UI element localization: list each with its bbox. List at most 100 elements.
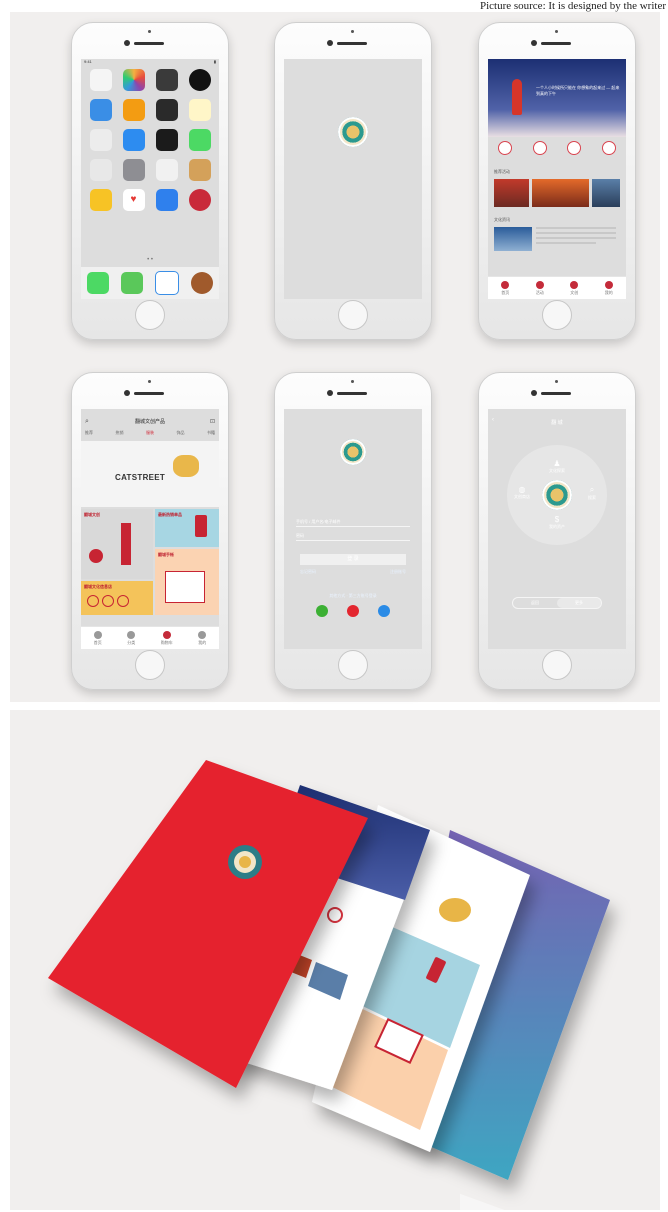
forgot-password-link[interactable]: 忘记密码 — [300, 569, 316, 575]
earpiece — [337, 42, 367, 45]
menu-item-explore[interactable]: ♟ 文化探索 — [544, 459, 570, 474]
passbook-app-icon[interactable] — [155, 159, 178, 181]
app-store-icon[interactable] — [122, 129, 145, 151]
news-screen: 一个人小时候所只能在 你想象的起来过 — 起来到真的下午 推荐活动 文化资讯 首… — [488, 59, 626, 299]
tab-books[interactable]: 书籍 — [207, 430, 215, 436]
phone-login-screen: 手机号 / 用户名/电子邮件 密码 登 录 忘记密码 注册账号 其他方式 · 第… — [274, 372, 432, 690]
bag-icon: ◍ — [518, 485, 526, 494]
phone-splash-screen — [274, 22, 432, 340]
weather-app-icon[interactable] — [89, 99, 112, 121]
health-app-icon[interactable]: ♥ — [122, 189, 145, 211]
reminders-app-icon[interactable] — [188, 99, 211, 121]
tab-clothing[interactable]: 服装 — [146, 430, 154, 436]
section-title-activities: 推荐活动 — [494, 169, 510, 174]
clock-app-icon[interactable] — [188, 69, 211, 91]
tab-shop[interactable]: 文创 — [570, 280, 579, 296]
phone-app-icon[interactable] — [87, 272, 109, 294]
menu-item-shop[interactable]: ◍ 文创商店 — [509, 485, 535, 500]
category-icon[interactable] — [567, 141, 582, 155]
settings-app-icon[interactable] — [122, 159, 145, 181]
toggle-back[interactable]: 返回 — [513, 598, 557, 608]
mail-app-icon[interactable] — [155, 189, 178, 211]
front-camera — [124, 390, 130, 396]
nav-me[interactable]: 我的 — [198, 630, 207, 646]
qq-icon[interactable] — [378, 605, 391, 617]
dock — [81, 267, 219, 299]
username-field[interactable]: 手机号 / 用户名/电子邮件 — [296, 517, 410, 527]
videos-app-icon[interactable] — [155, 99, 178, 121]
tiger-emblem-logo — [338, 117, 368, 147]
status-time: 9:41 — [84, 59, 92, 64]
category-icon[interactable] — [498, 141, 513, 155]
safari-app-icon[interactable] — [155, 271, 179, 295]
category-icon[interactable] — [532, 141, 547, 155]
radial-menu: ♟ 文化探索 ◍ 文创商店 ⌕ 搜索 $ 我的资产 — [507, 445, 607, 545]
earpiece — [134, 392, 164, 395]
messages-app-icon[interactable] — [121, 272, 143, 294]
ibooks-app-icon[interactable] — [188, 159, 211, 181]
menu-title: 翻 城 — [551, 420, 563, 426]
tab-activity[interactable]: 活动 — [535, 280, 544, 296]
home-button[interactable] — [338, 650, 368, 680]
home-button[interactable] — [135, 300, 165, 330]
password-field[interactable]: 密码 — [296, 531, 410, 541]
article-image — [494, 227, 532, 251]
social-login-row — [284, 605, 422, 617]
news-app-icon[interactable] — [89, 129, 112, 151]
nav-category[interactable]: 分类 — [127, 630, 136, 646]
phone-shop-screen: 翻城文创产品 ⌕ ⊡ 推荐 热销 服装 饰品 书籍 CATSTREET 翻城文创… — [71, 372, 229, 690]
search-icon[interactable]: ⌕ — [85, 418, 89, 426]
login-button-shape — [460, 1193, 515, 1210]
phone-mockups-panel: 9:41 ▮ ♥ • • 一个人小时候所只能在 你想象的起来过 — 起来到真的下… — [10, 12, 660, 702]
activity-thumb[interactable] — [494, 179, 530, 207]
home-button[interactable] — [338, 300, 368, 330]
home-button[interactable] — [542, 300, 572, 330]
earpiece — [541, 42, 571, 45]
emblem-app-icon[interactable] — [188, 189, 211, 211]
category-icon[interactable] — [601, 141, 616, 155]
product-block-3[interactable]: 翻城手帐 — [155, 549, 219, 615]
notes-app-icon[interactable] — [122, 99, 145, 121]
shop-hero-banner[interactable]: CATSTREET — [81, 441, 219, 507]
tab-accessories[interactable]: 饰品 — [177, 430, 185, 436]
menu-item-assets[interactable]: $ 我的资产 — [544, 515, 570, 530]
dollar-icon: $ — [554, 515, 560, 524]
wechat-icon[interactable] — [315, 605, 328, 617]
activity-thumb[interactable] — [591, 179, 620, 207]
phone-menu-screen: ‹ 翻 城 ♟ 文化探索 ◍ 文创商店 ⌕ 搜索 $ 我的资产 返回 更多 — [478, 372, 636, 690]
nav-home[interactable]: 首页 — [93, 630, 102, 646]
stocks-app-icon[interactable] — [155, 129, 178, 151]
section-title-news: 文化资讯 — [494, 217, 510, 222]
tab-hot[interactable]: 热销 — [116, 430, 124, 436]
camera-app-icon[interactable] — [155, 69, 178, 91]
tiger-emblem-center[interactable] — [542, 480, 572, 510]
home-button[interactable] — [542, 650, 572, 680]
photos-app-icon[interactable] — [122, 69, 145, 91]
menu-item-search[interactable]: ⌕ 搜索 — [579, 485, 605, 501]
product-block-1[interactable]: 翻城文创 — [81, 509, 153, 579]
news-article[interactable] — [494, 227, 620, 251]
product-block-4[interactable]: 翻城文化信息店 — [81, 581, 153, 615]
tab-home[interactable]: 首页 — [501, 280, 510, 296]
toggle-more[interactable]: 更多 — [557, 598, 601, 608]
activity-thumb[interactable] — [532, 179, 589, 207]
maps-app-icon[interactable] — [89, 159, 112, 181]
menu-toggle: 返回 更多 — [512, 597, 602, 609]
login-button[interactable]: 登 录 — [300, 554, 406, 565]
cart-icon[interactable]: ⊡ — [210, 418, 215, 425]
home-button[interactable] — [135, 650, 165, 680]
girl-illustration — [512, 79, 522, 115]
weibo-icon[interactable] — [346, 605, 359, 617]
register-link[interactable]: 注册账号 — [390, 569, 406, 575]
banner-text: 一个人小时候所只能在 你想象的起来过 — 起来到真的下午 — [536, 85, 620, 96]
tab-recommend[interactable]: 推荐 — [85, 430, 93, 436]
product-block-2[interactable]: 最新热销单品 — [155, 509, 219, 547]
nav-cart[interactable]: 购物车 — [161, 630, 173, 646]
tab-me[interactable]: 我的 — [604, 280, 613, 296]
home-app-icon[interactable] — [89, 189, 112, 211]
bottom-tab-bar: 首页 活动 文创 我的 — [488, 276, 626, 299]
calendar-app-icon[interactable] — [89, 69, 112, 91]
facetime-app-icon[interactable] — [188, 129, 211, 151]
hero-banner[interactable]: 一个人小时候所只能在 你想象的起来过 — 起来到真的下午 — [488, 59, 626, 137]
music-app-icon[interactable] — [191, 272, 213, 294]
